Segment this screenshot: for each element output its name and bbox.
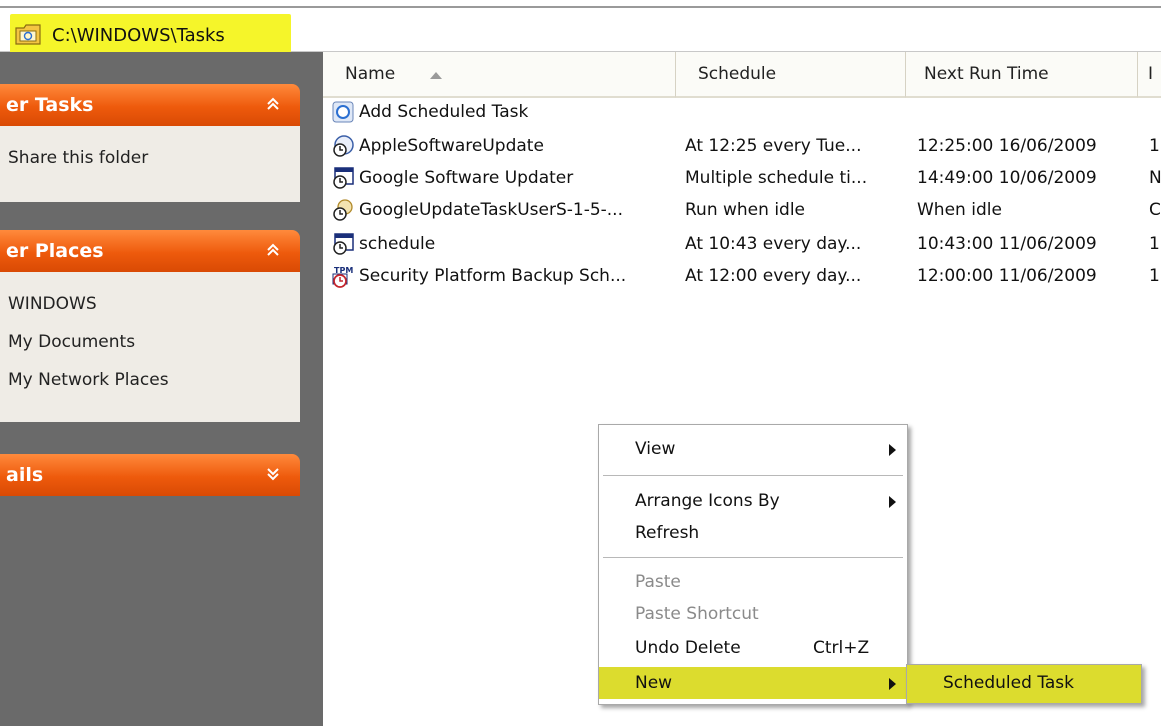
task-next-run: 12:00:00 11/06/2009 xyxy=(917,266,1097,286)
context-menu: View Arrange Icons By Refresh Paste Past… xyxy=(598,424,908,705)
column-label: Next Run Time xyxy=(924,64,1049,84)
menu-item-paste-shortcut: Paste Shortcut xyxy=(599,600,907,630)
menu-item-paste: Paste xyxy=(599,568,907,598)
share-folder-link[interactable]: Share this folder xyxy=(8,148,148,168)
file-folder-tasks-header[interactable]: er Tasks xyxy=(0,84,300,126)
panel-title: er Tasks xyxy=(6,94,94,116)
submenu-arrow-icon xyxy=(889,678,896,690)
my-documents-link[interactable]: My Documents xyxy=(8,332,135,352)
list-item[interactable]: AppleSoftwareUpdate At 12:25 every Tue..… xyxy=(323,132,1161,162)
column-label: I xyxy=(1148,64,1154,84)
task-name: Security Platform Backup Sch... xyxy=(359,266,627,286)
menu-item-undo-delete[interactable]: Undo Delete Ctrl+Z xyxy=(599,634,907,664)
address-path[interactable]: C:\WINDOWS\Tasks xyxy=(52,25,225,46)
collapse-chevron-icon[interactable] xyxy=(263,240,283,260)
task-name: GoogleUpdateTaskUserS-1-5-... xyxy=(359,200,623,220)
submenu-arrow-icon xyxy=(889,444,896,456)
window-top-edge xyxy=(0,0,1161,8)
menu-item-view[interactable]: View xyxy=(599,435,907,465)
list-item[interactable]: Add Scheduled Task xyxy=(323,98,1161,128)
new-submenu: Scheduled Task xyxy=(906,664,1142,704)
task-name: AppleSoftwareUpdate xyxy=(359,136,544,156)
task-schedule: At 10:43 every day... xyxy=(685,234,862,254)
panel-title: ails xyxy=(6,464,44,486)
task-schedule: At 12:00 every day... xyxy=(685,266,862,286)
task-extra: 1 xyxy=(1149,266,1160,286)
menu-separator xyxy=(603,475,903,476)
menu-label: Paste xyxy=(635,572,681,592)
column-header-schedule[interactable]: Schedule xyxy=(676,52,906,98)
task-extra: 1 xyxy=(1149,234,1160,254)
sort-ascending-icon xyxy=(430,72,442,79)
task-name: schedule xyxy=(359,234,436,254)
list-item[interactable]: Google Software Updater Multiple schedul… xyxy=(323,164,1161,194)
menu-item-refresh[interactable]: Refresh xyxy=(599,519,907,549)
task-schedule: Multiple schedule ti... xyxy=(685,168,868,188)
menu-shortcut: Ctrl+Z xyxy=(813,638,870,658)
tpm-task-icon: TPM xyxy=(332,266,353,288)
list-item[interactable]: GoogleUpdateTaskUserS-1-5-... Run when i… xyxy=(323,196,1161,226)
scheduled-task-icon xyxy=(333,199,353,221)
task-name: Add Scheduled Task xyxy=(359,102,529,122)
column-header-extra[interactable]: I xyxy=(1138,52,1161,98)
column-header-next-run-time[interactable]: Next Run Time xyxy=(906,52,1138,98)
windows-folder-link[interactable]: WINDOWS xyxy=(8,294,97,314)
panel-title: er Places xyxy=(6,240,104,262)
task-name: Google Software Updater xyxy=(359,168,574,188)
task-extra: 1 xyxy=(1149,136,1160,156)
task-pane: er Tasks Share this folder er Places WIN… xyxy=(0,52,323,726)
submenu-arrow-icon xyxy=(889,496,896,508)
menu-label: Undo Delete xyxy=(635,638,741,658)
file-folder-tasks-body: Share this folder xyxy=(0,126,300,202)
details-header[interactable]: ails xyxy=(0,454,300,496)
column-label: Schedule xyxy=(698,64,777,84)
list-item[interactable]: TPM Security Platform Backup Sch... At 1… xyxy=(323,262,1161,292)
menu-item-arrange-icons-by[interactable]: Arrange Icons By xyxy=(599,487,907,517)
task-next-run: When idle xyxy=(917,200,1002,220)
column-header-name[interactable]: Name xyxy=(323,52,676,98)
other-places-header[interactable]: er Places xyxy=(0,230,300,272)
scheduled-task-icon xyxy=(333,167,354,189)
task-next-run: 10:43:00 11/06/2009 xyxy=(917,234,1097,254)
task-next-run: 12:25:00 16/06/2009 xyxy=(917,136,1097,156)
collapse-chevron-icon[interactable] xyxy=(263,94,283,114)
menu-label: View xyxy=(635,439,676,459)
menu-item-new[interactable]: New xyxy=(599,667,907,699)
task-next-run: 14:49:00 10/06/2009 xyxy=(917,168,1097,188)
task-schedule: At 12:25 every Tue... xyxy=(685,136,862,156)
menu-item-scheduled-task[interactable]: Scheduled Task xyxy=(943,673,1074,693)
menu-label: Refresh xyxy=(635,523,700,543)
task-extra: N xyxy=(1149,168,1161,188)
menu-label: Arrange Icons By xyxy=(635,491,780,511)
menu-separator xyxy=(603,557,903,558)
scheduled-task-icon xyxy=(333,233,354,255)
expand-chevron-icon[interactable] xyxy=(263,464,283,484)
task-schedule: Run when idle xyxy=(685,200,806,220)
list-item[interactable]: schedule At 10:43 every day... 10:43:00 … xyxy=(323,230,1161,260)
menu-label: Paste Shortcut xyxy=(635,604,759,624)
task-extra: C xyxy=(1149,200,1161,220)
scheduled-task-icon xyxy=(333,135,354,157)
other-places-body: WINDOWS My Documents My Network Places xyxy=(0,272,300,422)
add-task-icon xyxy=(332,101,354,123)
scheduled-tasks-folder-icon xyxy=(15,24,41,45)
my-network-places-link[interactable]: My Network Places xyxy=(8,370,169,390)
column-label: Name xyxy=(345,64,396,84)
menu-label: New xyxy=(635,673,673,693)
